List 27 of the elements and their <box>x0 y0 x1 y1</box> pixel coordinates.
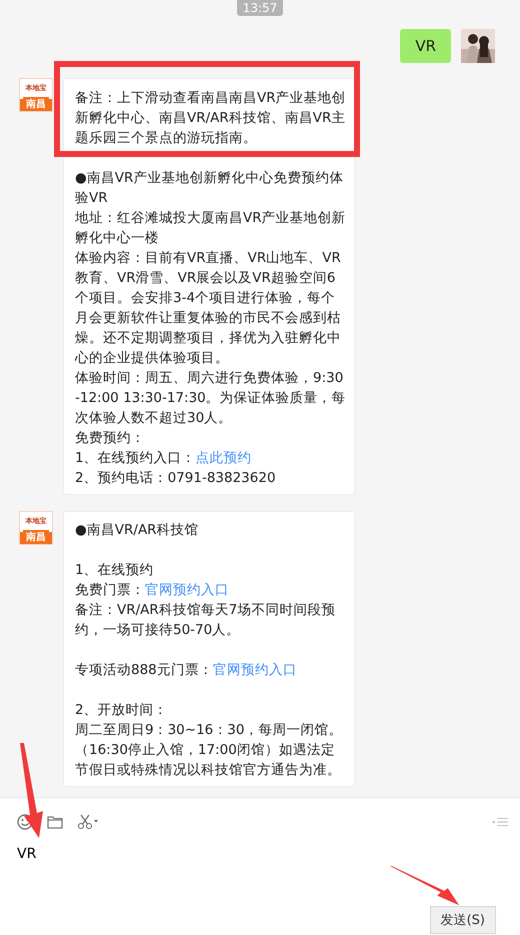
send-button[interactable]: 发送(S) <box>430 906 496 934</box>
message-text: 体验时间：周五、周六进行免费体验，9:30-12:00 13:30-17:30。为保证体验质量，每次体验人数不超过30人。 <box>75 370 346 426</box>
message-text: 2、预约电话：0791-83823620 <box>75 470 276 486</box>
logo-city: 南昌 <box>26 99 46 110</box>
message-text: ●南昌VR产业基地创新孵化中心免费预约体验VR <box>75 170 344 206</box>
message-text: 2、开放时间： <box>75 702 168 718</box>
link[interactable]: 官网预约入口 <box>145 582 229 598</box>
folder-icon[interactable] <box>47 814 63 830</box>
logo-city: 南昌 <box>26 532 46 543</box>
scissors-icon[interactable] <box>77 814 99 830</box>
message-text: 地址：红谷滩城投大厦南昌VR产业基地创新孵化中心一楼 <box>75 210 346 246</box>
link[interactable]: 点此预约 <box>196 450 252 466</box>
message-text: 专项活动888元门票： <box>75 662 213 678</box>
message-input[interactable]: VR <box>17 844 36 864</box>
arrow-drawing <box>390 866 460 906</box>
message-bubble: VR <box>400 29 451 63</box>
message-text: 1、在线预约入口： <box>75 450 196 466</box>
message-text: 免费门票： <box>75 582 145 598</box>
message-text: ●南昌VR/AR科技馆 <box>75 522 199 538</box>
link[interactable]: 官网预约入口 <box>212 662 297 678</box>
message-text: 备注：VR/AR科技馆每天7场不同时间段预约，一场可接待50-70人。 <box>75 602 336 638</box>
message-text: 1、在线预约 <box>75 562 154 578</box>
message-text: 周二至周日9：30~16：30，每周一闭馆。（16:30停止入馆，17:00闭馆）如遇法定节假日或特殊情况以科技馆官方通告为准。 <box>75 722 342 778</box>
message-text: 免费预约： <box>75 430 145 446</box>
message-text: 体验内容：目前有VR直播、VR山地车、VR教育、VR滑雪、VR展会以及VR超验空间6个项目。会安排3-4个项目进行体验，每个月会更新软件让重复体验的市民不会感到枯燥。还不定期调整项目，择优为入驻孵化中心的企业提供体验项目。 <box>75 250 341 366</box>
timestamp: 13:57 <box>236 0 284 16</box>
message-text: 备注：上下滑动查看南昌南昌VR产业基地创新孵化中心、南昌VR/AR科技馆、南昌VR主题乐园三个景点的游玩指南。 <box>75 90 346 146</box>
